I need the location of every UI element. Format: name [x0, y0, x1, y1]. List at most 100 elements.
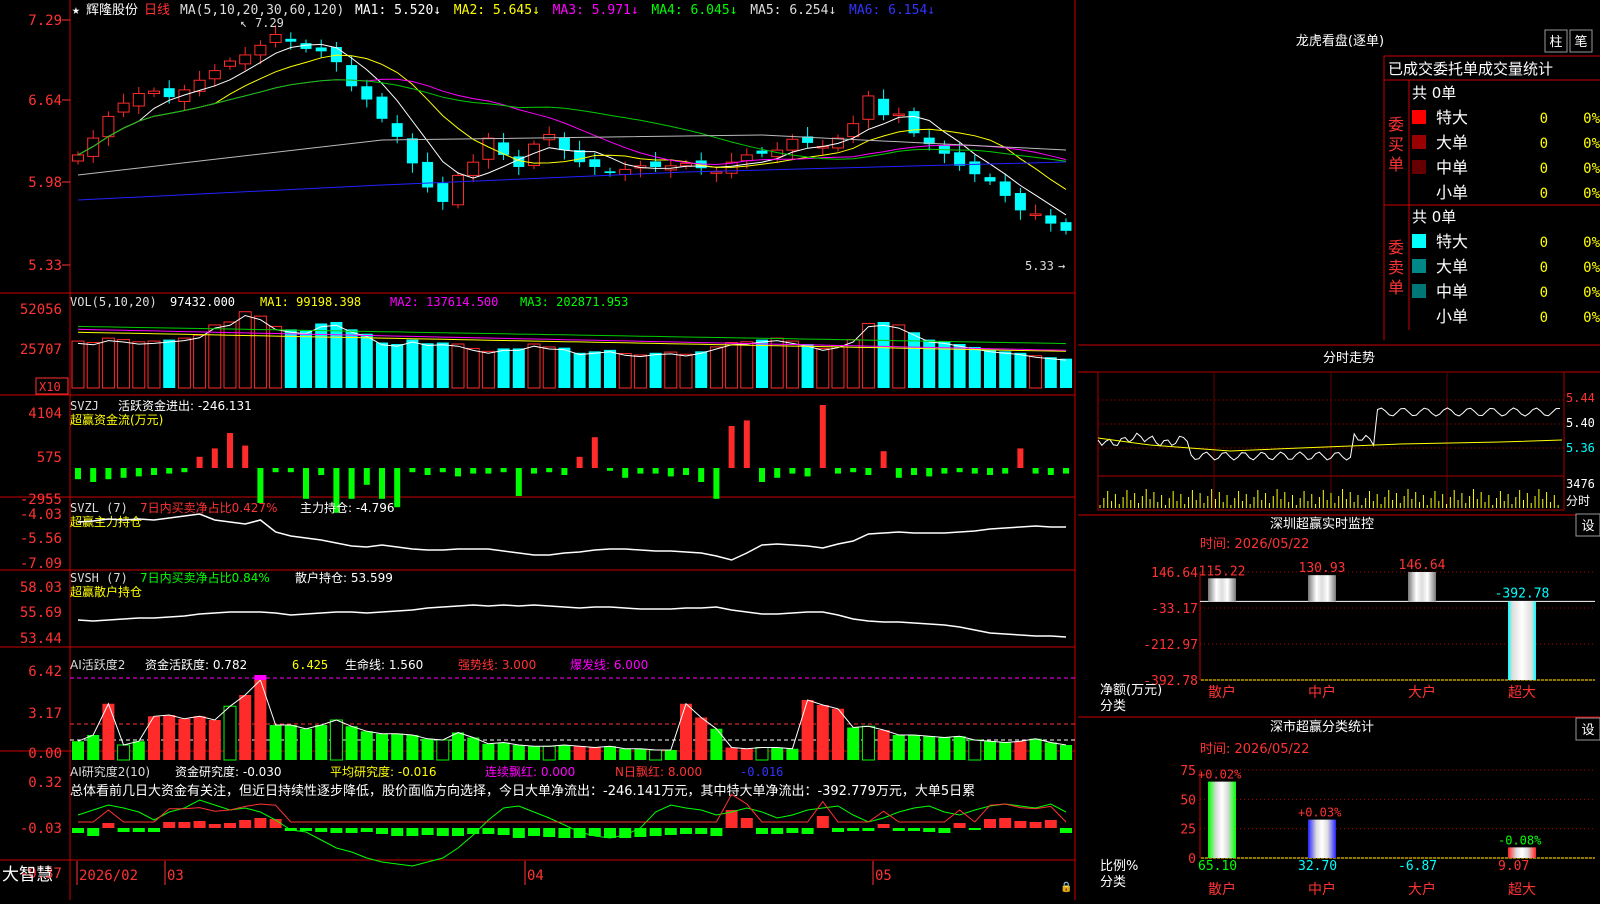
research-bar-down	[391, 828, 404, 836]
monitor-bar-散户	[1208, 578, 1236, 602]
intraday-vol-unit: 分时	[1566, 494, 1590, 508]
research-bar-up	[1044, 820, 1057, 828]
ai-value-2: 6.425	[292, 658, 328, 672]
research-bar-down	[968, 828, 981, 830]
activity-bar-red	[239, 695, 252, 760]
candle-down	[984, 177, 996, 182]
volume-bar-down	[360, 333, 373, 388]
research-label: AI研究度2(10)	[70, 764, 150, 779]
svzl-axis-tick: -5.56	[20, 531, 62, 547]
fund-flow-bar-down	[1032, 468, 1039, 474]
activity-bar-green	[284, 725, 297, 760]
research-bar-down	[512, 828, 525, 838]
date-axis-label: 2026/02	[79, 868, 138, 884]
monitor-category-label: 大户	[1408, 684, 1436, 701]
candle-up	[710, 171, 723, 174]
research-bar-down	[330, 828, 343, 833]
research-bar-down	[801, 828, 814, 834]
fund-flow-bar-down	[272, 468, 279, 473]
volume-bar-up	[71, 340, 85, 389]
volume-bar-up	[861, 322, 875, 389]
research-avg: 平均研究度: -0.016	[330, 764, 437, 779]
classify-settings-label[interactable]: 设	[1581, 723, 1594, 738]
activity-bar-green	[512, 745, 525, 760]
favorite-star-icon[interactable]: ★	[72, 3, 80, 18]
longhu.sell_rows-swatch-0	[1412, 234, 1426, 248]
svzj-axis-tick: 575	[37, 450, 62, 466]
fund-flow-bar-down	[90, 468, 97, 482]
monitor-category-label: 中户	[1308, 684, 1336, 701]
activity-bar-green	[391, 733, 404, 760]
buy_rows-row-name: 小单	[1436, 183, 1468, 202]
research-bar-down	[452, 828, 464, 836]
activity-bar-green	[786, 748, 799, 760]
activity-bar-green	[908, 735, 920, 760]
research-bar-up	[999, 818, 1012, 828]
longhu.sell_rows-swatch-1	[1412, 259, 1426, 273]
volume-bar-up	[132, 341, 146, 389]
research-bar-up	[1014, 821, 1027, 828]
activity-bar-red	[193, 716, 206, 760]
research-bar-down	[786, 828, 799, 833]
fund-flow-bar-down	[394, 468, 401, 508]
candle-up	[148, 90, 160, 95]
sell_rows-row-name: 特大	[1436, 232, 1468, 251]
monitor-bar-value: 130.93	[1299, 561, 1346, 576]
volume-bar-down	[345, 329, 358, 388]
research-bar-up	[193, 821, 206, 828]
fund-flow-bar-up	[1017, 448, 1024, 468]
vol-ma1-value: MA1: 99198.398	[260, 295, 361, 309]
activity-bar-hollow	[542, 745, 556, 761]
svzl-label: SVZL (7)	[70, 501, 128, 515]
ai-label: AI活跃度2	[70, 657, 125, 672]
candle-down	[1045, 215, 1057, 224]
volume-bar-down	[604, 349, 616, 388]
pen-mode-label[interactable]: 笔	[1574, 34, 1587, 50]
intraday-axis-tick: 5.44	[1566, 391, 1595, 405]
fund-flow-bar-down	[1063, 468, 1069, 474]
fund-flow-bar-down	[652, 468, 659, 474]
svsh-axis-tick: 58.03	[20, 580, 62, 596]
fund-flow-bar-down	[181, 468, 188, 473]
activity-bar-green	[923, 736, 936, 760]
fund-flow-bar-down	[850, 468, 857, 473]
activity-bar-green	[1044, 742, 1057, 760]
volume-bar-up	[1029, 355, 1043, 389]
ma-value-2: MA2: 5.645↓	[454, 3, 540, 18]
longhu.sell_rows-swatch-2	[1412, 284, 1426, 298]
fund-flow-bar-down	[956, 468, 963, 473]
ma-value-4: MA4: 6.045↓	[651, 3, 737, 18]
monitor-settings-label[interactable]: 设	[1581, 519, 1594, 534]
fund-flow-bar-down	[713, 468, 720, 499]
fund-flow-bar-up	[743, 420, 750, 468]
activity-bar-hollow	[755, 747, 769, 761]
activity-bar-green	[315, 725, 328, 760]
fund-flow-bar-down	[667, 468, 674, 477]
high-arrow-icon: ↖	[240, 16, 247, 30]
classify-bar-value: 65.10	[1198, 859, 1237, 874]
classify-change-label: -0.08%	[1498, 833, 1542, 847]
volume-bar-up	[253, 315, 267, 389]
volume-bar-down	[756, 339, 768, 388]
classify-bar-散户	[1208, 781, 1236, 858]
research-bar-up	[208, 824, 221, 828]
ma-value-3: MA3: 5.971↓	[553, 3, 639, 18]
activity-bar-red	[801, 700, 814, 760]
sell-side-label-1: 委	[1388, 238, 1404, 257]
sell_rows-row-count: 0	[1540, 260, 1548, 276]
monitor-y-unit: 净额(万元)	[1100, 683, 1162, 698]
svzj-value: 活跃资金进出: -246.131	[118, 398, 252, 413]
bar-mode-label[interactable]: 柱	[1549, 35, 1562, 50]
date-axis-label: 05	[875, 868, 892, 884]
high-price-label: 7.29	[255, 16, 284, 30]
fund-flow-bar-down	[531, 468, 537, 474]
research-bar-up	[163, 822, 176, 828]
candle-down	[437, 183, 449, 202]
fund-flow-bar-down	[135, 468, 142, 477]
candle-down	[315, 47, 327, 52]
classify-category-label: 超大	[1508, 882, 1536, 898]
volume-bar-down	[695, 351, 708, 388]
activity-bar-hollow	[436, 739, 450, 761]
fund-flow-bar-down	[424, 468, 431, 475]
date-axis-label: 04	[527, 868, 544, 884]
